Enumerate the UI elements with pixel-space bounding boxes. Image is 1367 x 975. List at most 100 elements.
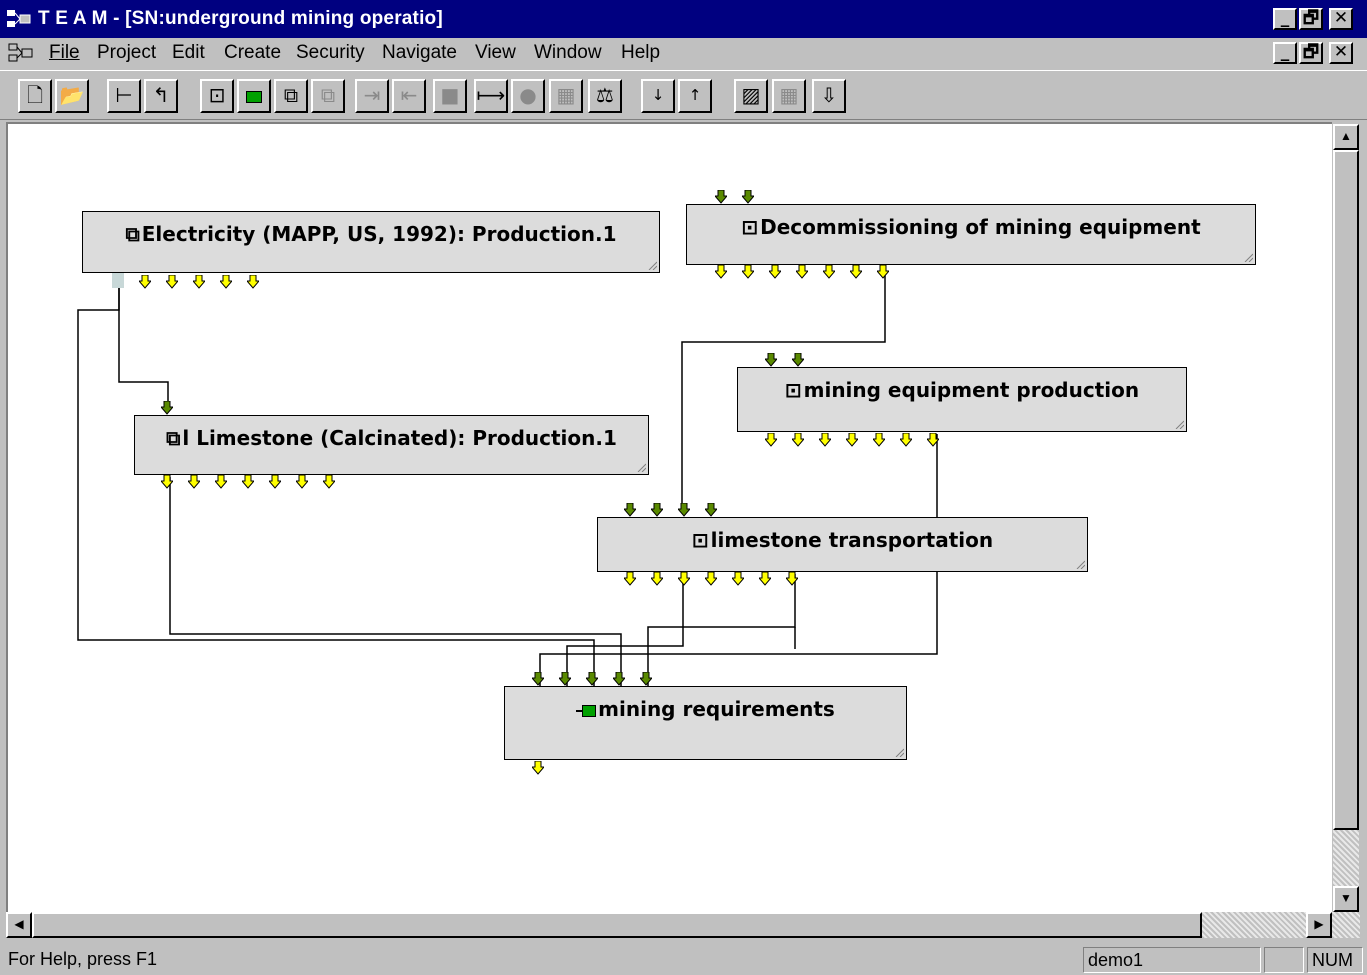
stacked-module-disabled-icon[interactable]: ⧉: [311, 79, 345, 113]
mdi-close-button[interactable]: ✕: [1329, 42, 1353, 64]
node-decommissioning[interactable]: ⊡ Decommissioning of mining equipment: [686, 204, 1256, 265]
input-flow-arrow-icon[interactable]: [584, 671, 600, 686]
down-arrow-icon[interactable]: ⇩: [812, 79, 846, 113]
menu-file[interactable]: File: [49, 42, 80, 64]
resize-grip-icon[interactable]: [1243, 252, 1253, 262]
output-flow-arrow-icon[interactable]: [794, 264, 810, 279]
gear-icon[interactable]: ●: [511, 79, 545, 113]
output-flow-arrow-icon[interactable]: [186, 474, 202, 489]
output-flow-arrow-icon[interactable]: [321, 474, 337, 489]
scroll-right-button[interactable]: ▶: [1306, 912, 1332, 938]
menu-navigate[interactable]: Navigate: [382, 42, 457, 64]
input-flow-arrow-icon[interactable]: [676, 502, 692, 517]
output-flow-arrow-icon[interactable]: [763, 432, 779, 447]
balance-icon[interactable]: ⚖: [588, 79, 622, 113]
vertical-scroll-thumb[interactable]: [1333, 150, 1359, 830]
output-flow-arrow-icon[interactable]: [730, 571, 746, 586]
output-flow-arrow-icon[interactable]: [821, 264, 837, 279]
new-document-icon[interactable]: 🗋: [18, 79, 52, 113]
module-icon[interactable]: ⊡: [200, 79, 234, 113]
input-flow-arrow-icon[interactable]: [703, 502, 719, 517]
horizontal-scrollbar[interactable]: ◀ ▶: [6, 912, 1332, 938]
output-flow-arrow-icon[interactable]: [848, 264, 864, 279]
output-flow-arrow-icon[interactable]: [622, 571, 638, 586]
calculator-icon[interactable]: ▦: [549, 79, 583, 113]
menu-security[interactable]: Security: [296, 42, 365, 64]
arrow-in-icon[interactable]: ⇥: [355, 79, 389, 113]
stacked-module-icon[interactable]: ⧉: [274, 79, 308, 113]
output-flow-arrow-icon[interactable]: [767, 264, 783, 279]
output-flow-arrow-icon[interactable]: [844, 432, 860, 447]
scroll-left-button[interactable]: ◀: [6, 912, 32, 938]
input-flow-arrow-icon[interactable]: [713, 189, 729, 204]
green-module-icon[interactable]: [237, 79, 271, 113]
output-flow-arrow-icon[interactable]: [713, 264, 729, 279]
resize-grip-icon[interactable]: [647, 260, 657, 270]
output-flow-arrow-icon[interactable]: [875, 264, 891, 279]
output-flow-arrow-icon[interactable]: [871, 432, 887, 447]
connect-icon[interactable]: ⟼: [474, 79, 508, 113]
output-flow-arrow-icon[interactable]: [191, 274, 207, 289]
input-flow-arrow-icon[interactable]: [622, 502, 638, 517]
resize-grip-icon[interactable]: [894, 747, 904, 757]
minimize-button[interactable]: _: [1273, 8, 1297, 30]
grid-icon[interactable]: ▦: [772, 79, 806, 113]
output-flow-arrow-icon[interactable]: [817, 432, 833, 447]
up-level-icon[interactable]: ↰: [144, 79, 178, 113]
output-flow-arrow-icon[interactable]: [294, 474, 310, 489]
mdi-minimize-button[interactable]: _: [1273, 42, 1297, 64]
restore-button[interactable]: 🗗: [1299, 8, 1323, 30]
output-flow-arrow-icon[interactable]: [245, 274, 261, 289]
chart-icon[interactable]: ▨: [734, 79, 768, 113]
menu-help[interactable]: Help: [621, 42, 660, 64]
output-flow-arrow-icon[interactable]: [757, 571, 773, 586]
output-flow-arrow-icon[interactable]: [898, 432, 914, 447]
output-flow-arrow-icon[interactable]: [159, 474, 175, 489]
output-flow-arrow-icon[interactable]: [213, 474, 229, 489]
app-icon[interactable]: [6, 7, 34, 31]
output-flow-arrow-icon[interactable]: [267, 474, 283, 489]
menu-project[interactable]: Project: [97, 42, 156, 64]
vertical-scrollbar[interactable]: ▲ ▼: [1332, 122, 1360, 912]
vertical-scroll-track[interactable]: [1333, 830, 1359, 886]
mdi-restore-button[interactable]: 🗗: [1299, 42, 1323, 64]
arrow-out-icon[interactable]: ⇤: [392, 79, 426, 113]
output-flow-arrow-icon[interactable]: [740, 264, 756, 279]
tree-view-icon[interactable]: ⊢: [107, 79, 141, 113]
close-button[interactable]: ✕: [1329, 8, 1353, 30]
input-flow-arrow-icon[interactable]: [557, 671, 573, 686]
input-flow-arrow-icon[interactable]: [611, 671, 627, 686]
node-electricity[interactable]: ⧉ Electricity (MAPP, US, 1992): Productio…: [82, 211, 660, 273]
node-limestone[interactable]: ⧉ l Limestone (Calcinated): Production.1: [134, 415, 649, 475]
lock-up-icon[interactable]: ↑🔒: [678, 79, 712, 113]
output-flow-arrow-icon[interactable]: [649, 571, 665, 586]
electricity-output-port[interactable]: [112, 272, 124, 288]
input-flow-arrow-icon[interactable]: [638, 671, 654, 686]
node-limestone-transportation[interactable]: ⊡ limestone transportation: [597, 517, 1088, 572]
lock-down-icon[interactable]: ↓🔒: [641, 79, 675, 113]
output-flow-arrow-icon[interactable]: [218, 274, 234, 289]
input-flow-arrow-icon[interactable]: [763, 352, 779, 367]
input-flow-arrow-icon[interactable]: [790, 352, 806, 367]
output-flow-arrow-icon[interactable]: [240, 474, 256, 489]
output-flow-arrow-icon[interactable]: [925, 432, 941, 447]
output-flow-arrow-icon[interactable]: [784, 571, 800, 586]
menu-view[interactable]: View: [475, 42, 516, 64]
horizontal-scroll-track[interactable]: [1202, 912, 1306, 938]
menu-window[interactable]: Window: [534, 42, 602, 64]
block-icon[interactable]: ■: [433, 79, 467, 113]
resize-grip-icon[interactable]: [636, 462, 646, 472]
input-flow-arrow-icon[interactable]: [530, 671, 546, 686]
output-flow-arrow-icon[interactable]: [703, 571, 719, 586]
document-icon[interactable]: [8, 43, 34, 63]
node-mining-requirements[interactable]: mining requirements: [504, 686, 907, 760]
output-flow-arrow-icon[interactable]: [137, 274, 153, 289]
input-flow-arrow-icon[interactable]: [649, 502, 665, 517]
menu-create[interactable]: Create: [224, 42, 281, 64]
scroll-up-button[interactable]: ▲: [1333, 124, 1359, 150]
output-flow-arrow-icon[interactable]: [164, 274, 180, 289]
input-flow-arrow-icon[interactable]: [740, 189, 756, 204]
node-mining-equipment-production[interactable]: ⊡ mining equipment production: [737, 367, 1187, 432]
output-flow-arrow-icon[interactable]: [676, 571, 692, 586]
resize-grip-icon[interactable]: [1174, 419, 1184, 429]
